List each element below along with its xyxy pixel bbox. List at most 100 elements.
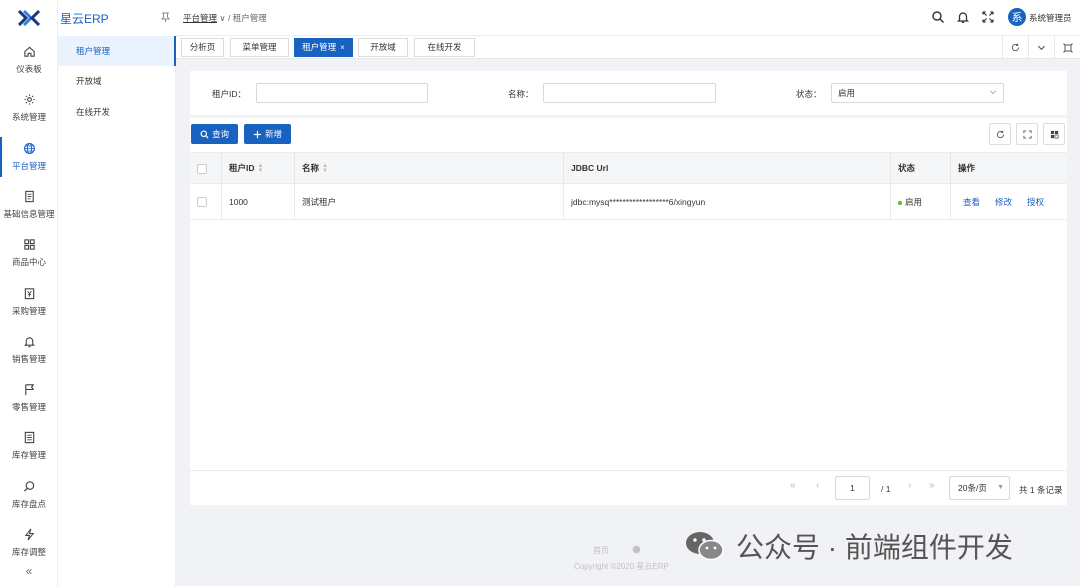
table-panel: 查询 新增 租户ID ▲ ▼ 名称 ▲ ▼ JDBC Url 状态 操作 1000 测试… bbox=[190, 118, 1067, 505]
wechat-icon bbox=[686, 532, 724, 561]
sort-icon: ▲ ▼ bbox=[257, 162, 264, 174]
sidebar-item-label: 基础信息管理 bbox=[3, 208, 55, 219]
submenu-item-0[interactable]: 租户管理 bbox=[58, 36, 176, 66]
tab-1[interactable]: 菜单管理 bbox=[230, 38, 289, 57]
search-icon[interactable] bbox=[931, 10, 945, 24]
submenu-item-label: 在线开发 bbox=[76, 107, 111, 117]
cell-status: 启用 bbox=[891, 184, 922, 220]
sidebar-item-6[interactable]: 销售管理 bbox=[0, 326, 58, 374]
tenant-id-input[interactable] bbox=[256, 83, 428, 103]
sidebar-item-7[interactable]: 零售管理 bbox=[0, 374, 58, 422]
edit-link[interactable]: 修改 bbox=[995, 197, 1012, 207]
tab-label: 开放域 bbox=[370, 42, 396, 52]
sidebar-item-5[interactable]: 采购管理 bbox=[0, 278, 58, 326]
expand-icon[interactable] bbox=[1016, 123, 1038, 145]
sidebar-item-label: 库存盘点 bbox=[11, 498, 46, 509]
bell-icon[interactable] bbox=[956, 10, 970, 24]
top-header: 平台管理 ∨ / 租户管理 系 系统管理员 bbox=[176, 0, 1080, 36]
sidebar-item-label: 仪表板 bbox=[16, 64, 42, 74]
total-pages: / 1 bbox=[881, 484, 891, 494]
sort-icon: ▲ ▼ bbox=[322, 162, 328, 174]
first-page-icon[interactable]: « bbox=[790, 480, 796, 491]
pagination: « ‹ 1 / 1 › » 20条/页 ▼ 共 1 条记录 bbox=[190, 470, 1067, 505]
sidebar-item-8[interactable]: 库存管理 bbox=[0, 422, 58, 470]
status-dot bbox=[898, 200, 902, 205]
sidebar-item-9[interactable]: 库存盘点 bbox=[0, 471, 58, 519]
add-button-label: 新增 bbox=[264, 129, 282, 139]
bell-icon bbox=[23, 337, 35, 347]
tab-0[interactable]: 分析页 bbox=[181, 38, 224, 57]
page-number-input[interactable]: 1 bbox=[835, 476, 870, 500]
chevron-down-icon[interactable] bbox=[1028, 36, 1054, 59]
footer-home-link[interactable]: 首页 bbox=[593, 545, 609, 556]
tab-2[interactable]: 租户管理 × bbox=[294, 38, 353, 57]
row-checkbox[interactable] bbox=[197, 197, 207, 207]
add-button[interactable]: 新增 bbox=[244, 124, 291, 144]
tab-label: 租户管理 bbox=[302, 42, 337, 52]
refresh-tab-icon[interactable] bbox=[1002, 36, 1028, 59]
page-size-select[interactable]: 20条/页 ▼ bbox=[949, 476, 1010, 500]
authorize-link[interactable]: 授权 bbox=[1027, 197, 1044, 207]
brand-name: 星云ERP bbox=[60, 11, 109, 26]
submenu-item-2[interactable]: 在线开发 bbox=[58, 97, 176, 127]
collapse-sidebar-button[interactable]: « bbox=[0, 564, 58, 578]
status-select[interactable]: 启用 bbox=[831, 83, 1004, 103]
github-icon[interactable] bbox=[632, 545, 641, 556]
next-page-icon[interactable]: › bbox=[908, 480, 911, 491]
list-icon bbox=[24, 432, 34, 444]
refresh-icon[interactable] bbox=[989, 123, 1011, 145]
query-button-label: 查询 bbox=[211, 129, 229, 139]
breadcrumb: 平台管理 ∨ / 租户管理 bbox=[183, 12, 267, 24]
watermark-text: 公众号 · 前端组件开发 bbox=[736, 532, 1013, 563]
select-all-checkbox[interactable] bbox=[197, 164, 207, 174]
sidebar-item-label: 采购管理 bbox=[11, 305, 46, 316]
sidebar-item-3[interactable]: 基础信息管理 bbox=[0, 181, 58, 229]
sidebar-item-1[interactable]: 系统管理 bbox=[0, 84, 58, 132]
close-icon[interactable]: × bbox=[340, 43, 345, 52]
cell-tenant-id: 1000 bbox=[229, 197, 248, 207]
sidebar-item-4[interactable]: 商品中心 bbox=[0, 229, 58, 277]
name-input[interactable] bbox=[543, 83, 716, 103]
prev-page-icon[interactable]: ‹ bbox=[816, 480, 819, 491]
view-link[interactable]: 查看 bbox=[963, 197, 980, 207]
total-records: 共 1 条记录 bbox=[1019, 485, 1063, 495]
breadcrumb-current: 租户管理 bbox=[232, 13, 267, 23]
pin-icon[interactable] bbox=[161, 12, 170, 25]
main-sidebar: 仪表板系统管理平台管理基础信息管理商品中心采购管理销售管理 零售管理库存管理库存盘… bbox=[0, 0, 58, 586]
column-header-actions: 操作 bbox=[958, 163, 976, 173]
copyright: Copyright ©2020 星云ERP bbox=[574, 562, 669, 571]
sidebar-item-0[interactable]: 仪表板 bbox=[0, 36, 58, 84]
search-icon bbox=[200, 129, 209, 139]
maximize-icon[interactable] bbox=[1054, 36, 1080, 59]
tenant-id-label: 租户ID： bbox=[212, 89, 247, 99]
fullscreen-icon[interactable] bbox=[981, 10, 995, 24]
column-header-tenant-id[interactable]: 租户ID ▲ ▼ bbox=[222, 153, 263, 185]
tab-3[interactable]: 开放域 bbox=[358, 38, 408, 57]
username[interactable]: 系统管理员 bbox=[1029, 12, 1072, 24]
cell-actions: 查看 修改 授权 bbox=[956, 184, 1059, 220]
chevron-down-icon bbox=[989, 84, 997, 102]
gear-icon bbox=[23, 94, 35, 105]
submenu-item-1[interactable]: 开放域 bbox=[58, 66, 176, 96]
logo[interactable] bbox=[0, 0, 58, 36]
cell-jdbc-url: jdbc:mysq******************6/xingyun bbox=[571, 197, 706, 207]
column-settings-icon[interactable] bbox=[1043, 123, 1065, 145]
home-icon bbox=[23, 46, 35, 57]
flag-icon bbox=[24, 384, 34, 396]
tab-4[interactable]: 在线开发 bbox=[414, 38, 475, 57]
globe-icon bbox=[23, 142, 35, 154]
sidebar-item-label: 平台管理 bbox=[11, 160, 46, 171]
grid-icon bbox=[23, 239, 35, 250]
sidebar-item-label: 库存管理 bbox=[11, 450, 46, 461]
sidebar-item-10[interactable]: 库存调整 bbox=[0, 519, 58, 567]
breadcrumb-separator: ∨ / bbox=[219, 13, 231, 23]
avatar[interactable]: 系 bbox=[1008, 8, 1026, 26]
last-page-icon[interactable]: » bbox=[929, 480, 935, 491]
status-label: 状态： bbox=[796, 89, 822, 99]
sidebar-item-2[interactable]: 平台管理 bbox=[0, 133, 58, 181]
column-header-name[interactable]: 名称 ▲ ▼ bbox=[295, 153, 328, 185]
tab-label: 在线开发 bbox=[427, 42, 462, 52]
breadcrumb-parent[interactable]: 平台管理 bbox=[183, 13, 217, 23]
query-button[interactable]: 查询 bbox=[191, 124, 238, 144]
chevron-down-icon: ▼ bbox=[997, 484, 1004, 491]
